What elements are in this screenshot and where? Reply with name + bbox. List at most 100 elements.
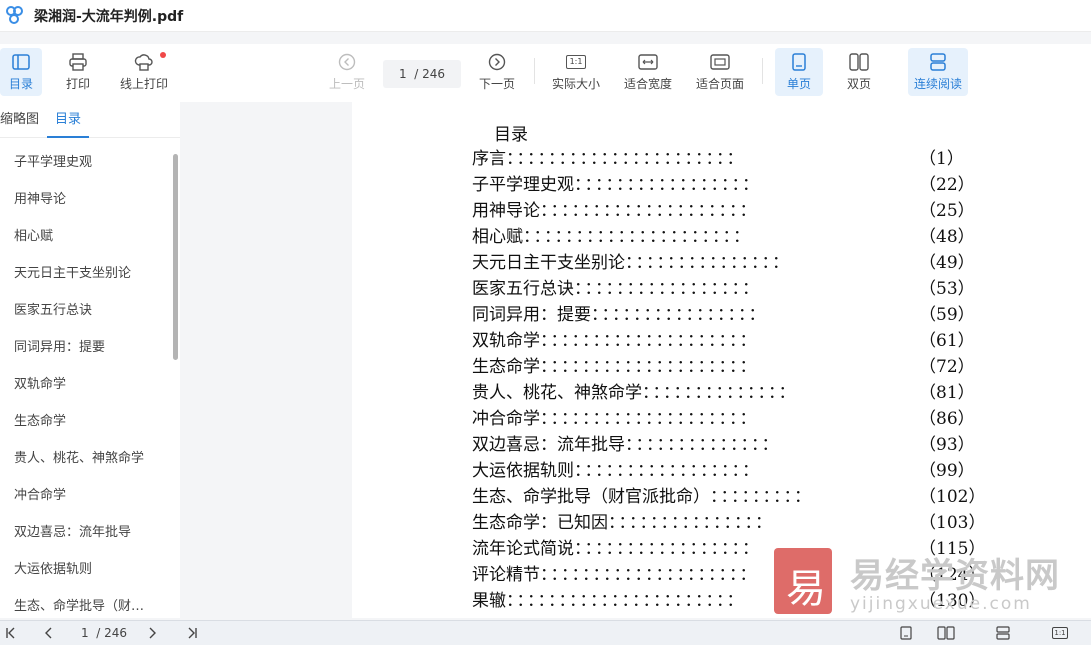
toc-entry: 子平学理史观：：：：：：：：：：：：：：：：： （22） (472, 170, 975, 196)
watermark-domain: yijingxuexue.com (850, 594, 1032, 614)
toc-entry: 生态、命学批导（财官派批命）：：：：：：：：： （102） (472, 482, 985, 508)
outline-item[interactable]: 医家五行总诀 (0, 292, 172, 329)
outline-item[interactable]: 用神导论 (0, 181, 172, 218)
toc-entry-page: （1） (919, 149, 964, 169)
actual-size-label: 实际大小 (551, 77, 600, 91)
site-watermark: 易 易经学资料网 yijingxuexue.com (774, 546, 1091, 616)
outline-list: 子平学理史观 用神导论 相心赋 天元日主干支坐别论 医家五行总诀 同词异用：提要… (0, 144, 172, 625)
toc-entry-title: 生态命学：已知因 (472, 513, 608, 533)
toc-entry: 贵人、桃花、神煞命学：：：：：：：：：：：：：： （81） (472, 378, 975, 404)
outline-item[interactable]: 生态命学 (0, 403, 172, 440)
toc-entry-title: 天元日主干支坐别论 (472, 253, 625, 273)
print-button[interactable]: 打印 (58, 48, 98, 96)
fit-width-label: 适合宽度 (623, 77, 672, 91)
toc-entry-leader: ：：：：：：：：：：：：：：： (625, 253, 791, 273)
toc-entry-leader: ：：：：：：：：：：：：：：：：：：：： (540, 331, 759, 351)
toc-entry-title: 大运依据轨则 (472, 461, 574, 481)
next-page-label: 下一页 (478, 77, 515, 91)
fit-page-button[interactable]: 适合页面 (690, 48, 750, 96)
single-page-label: 单页 (786, 77, 811, 91)
toc-entry-title: 冲合命学 (472, 409, 540, 429)
toc-entry-title: 子平学理史观 (472, 175, 574, 195)
outline-item[interactable]: 贵人、桃花、神煞命学 (0, 440, 172, 477)
prev-page-icon[interactable] (42, 624, 56, 642)
single-page-icon (791, 52, 807, 72)
toc-entry-title: 双边喜忌：流年批导 (472, 435, 625, 455)
toc-entry-leader: ：：：：：：：：：：：：：：：：： (574, 175, 761, 195)
toc-label: 目录 (8, 77, 33, 91)
status-page-indicator[interactable]: 1 / 246 (74, 624, 134, 642)
toc-entry: 天元日主干支坐别论：：：：：：：：：：：：：：： （49） (472, 248, 975, 274)
toc-entry-leader: ：：：：：：：：：：：：：：：：：：：： (540, 565, 759, 585)
toc-entry-page: （72） (919, 357, 975, 377)
online-print-label: 线上打印 (119, 77, 168, 91)
toc-entry-leader: ：：：：：：：：：：：：：： (625, 435, 781, 455)
outline-item[interactable]: 子平学理史观 (0, 144, 172, 181)
toc-entry: 冲合命学：：：：：：：：：：：：：：：：：：：： （86） (472, 404, 975, 430)
toc-entry-leader: ：：：：：：：：：：：：：：： (608, 513, 774, 533)
chevron-left-icon (338, 52, 356, 72)
toolbar-divider (762, 58, 763, 84)
toc-entry-page: （93） (919, 435, 975, 455)
toc-entry-page: （22） (919, 175, 975, 195)
toc-entry: 评论精节：：：：：：：：：：：：：：：：：：：： （124） (472, 560, 985, 586)
toc-entry-page: （86） (919, 409, 975, 429)
toc-entry-page: （59） (919, 305, 975, 325)
outline-item[interactable]: 双轨命学 (0, 366, 172, 403)
prev-page-button[interactable]: 上一页 (322, 48, 372, 96)
toc-entry-title: 医家五行总诀 (472, 279, 574, 299)
tab-outline[interactable]: 目录 (47, 102, 90, 138)
toc-entry-title: 果辙 (472, 591, 506, 611)
toc-entry-page: （25） (919, 201, 975, 221)
outline-item[interactable]: 天元日主干支坐别论 (0, 255, 172, 292)
toc-entry-title: 用神导论 (472, 201, 540, 221)
toc-entry-page: （61） (919, 331, 975, 351)
toc-entry: 序言：：：：：：：：：：：：：：：：：：：：：： （1） (472, 144, 964, 170)
next-page-button[interactable]: 下一页 (472, 48, 522, 96)
toc-entry-leader: ：：：：：：：：：：：：：：：：： (574, 461, 761, 481)
toolbar-divider (534, 58, 535, 84)
toc-entry-page: （49） (919, 253, 975, 273)
outline-item[interactable]: 同词异用：提要 (0, 329, 172, 366)
last-page-icon[interactable] (185, 624, 199, 642)
seal-logo: 易 (774, 548, 832, 614)
toc-entry: 医家五行总诀：：：：：：：：：：：：：：：：： （53） (472, 274, 975, 300)
sidebar-scrollbar[interactable] (173, 154, 178, 360)
next-page-icon[interactable] (145, 624, 159, 642)
continuous-read-button[interactable]: 连续阅读 (908, 48, 968, 96)
toolbar: 目录 打印 线上打印 上一页 1 / 246 下一页 1:1 实际大小 适合宽度… (0, 44, 1091, 102)
toc-entry-title: 序言 (472, 149, 506, 169)
document-viewer[interactable]: 目录 序言：：：：：：：：：：：：：：：：：：：：：： （1） 子平学理史观：：：：… (180, 102, 1091, 618)
double-page-button[interactable]: 双页 (836, 48, 882, 96)
page-total: / 246 (414, 67, 446, 81)
single-page-button[interactable]: 单页 (775, 48, 823, 96)
double-page-view-icon[interactable] (936, 624, 956, 642)
actual-size-status-icon[interactable]: 1:1 (1050, 624, 1070, 642)
outline-item[interactable]: 相心赋 (0, 218, 172, 255)
tab-thumbnails[interactable]: 缩略图 (0, 102, 47, 138)
toc-entry-page: （103） (919, 513, 986, 533)
page-number-field[interactable]: 1 / 246 (383, 60, 461, 88)
chevron-right-icon (488, 52, 506, 72)
toc-entry: 双轨命学：：：：：：：：：：：：：：：：：：：： （61） (472, 326, 975, 352)
notification-dot (160, 52, 166, 58)
continuous-view-icon[interactable] (994, 624, 1012, 642)
toc-button[interactable]: 目录 (0, 48, 42, 96)
single-page-view-icon[interactable] (898, 624, 914, 642)
app-logo-icon (4, 5, 26, 27)
prev-page-label: 上一页 (328, 77, 365, 91)
toc-entry: 流年论式简说：：：：：：：：：：：：：：：：： （115） (472, 534, 985, 560)
toc-entry: 大运依据轨则：：：：：：：：：：：：：：：：： （99） (472, 456, 975, 482)
fit-width-button[interactable]: 适合宽度 (618, 48, 678, 96)
outline-item[interactable]: 冲合命学 (0, 477, 172, 514)
outline-item[interactable]: 双边喜忌：流年批导 (0, 514, 172, 551)
sidebar: 缩略图 目录 子平学理史观 用神导论 相心赋 天元日主干支坐别论 医家五行总诀 … (0, 102, 180, 618)
pdf-page: 目录 序言：：：：：：：：：：：：：：：：：：：：：： （1） 子平学理史观：：：：… (352, 102, 1091, 618)
toc-entry-leader: ：：：：：：：：：：：：：：：：：：：：： (523, 227, 752, 247)
status-bar: 1 / 246 1:1 (0, 620, 1091, 645)
first-page-icon[interactable] (4, 624, 18, 642)
outline-item[interactable]: 大运依据轨则 (0, 551, 172, 588)
toc-entry: 果辙：：：：：：：：：：：：：：：：：：：：：： （130） (472, 586, 985, 612)
actual-size-button[interactable]: 1:1 实际大小 (546, 48, 606, 96)
document-title: 梁湘润-大流年判例.pdf (34, 8, 184, 25)
